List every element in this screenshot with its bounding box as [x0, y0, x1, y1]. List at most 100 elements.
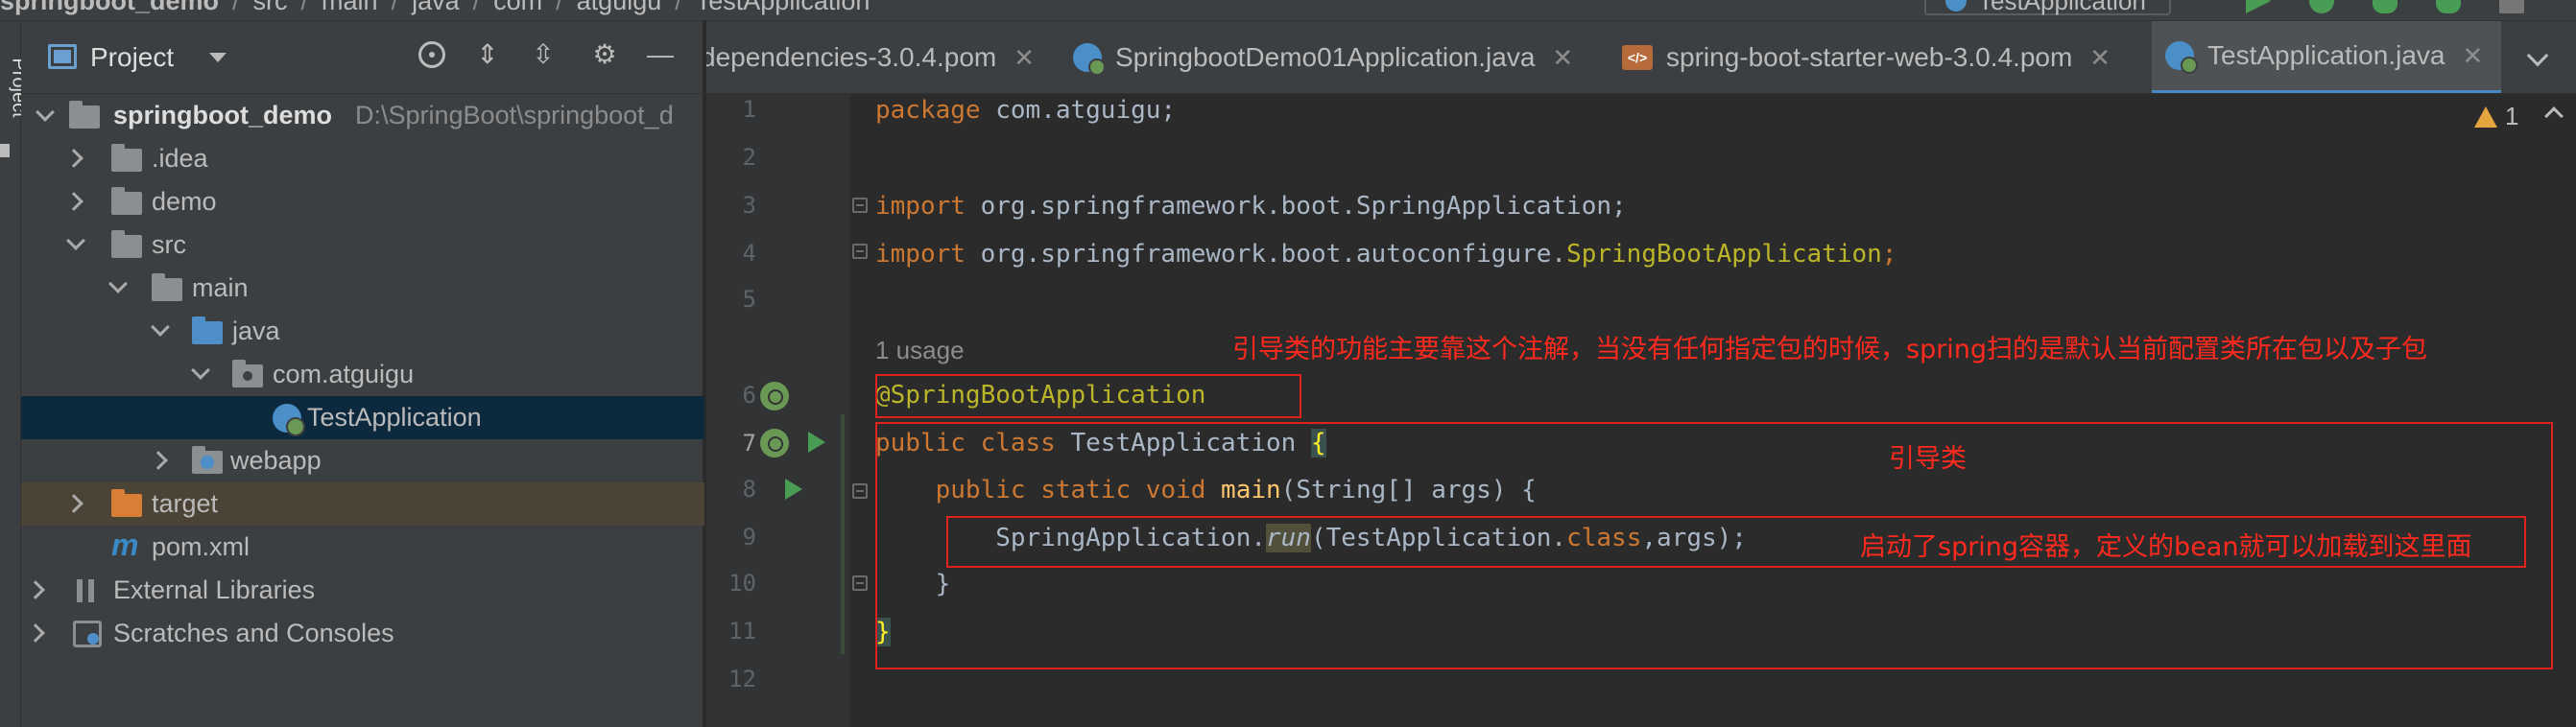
tree-item-label: java	[232, 317, 280, 345]
breadcrumb-item[interactable]: TestApplication	[696, 0, 871, 16]
fold-marker-icon[interactable]	[852, 575, 868, 591]
line-number: 12	[728, 666, 756, 692]
tree-item-scratches[interactable]: Scratches and Consoles	[21, 612, 704, 655]
run-gutter-icon[interactable]	[785, 479, 802, 500]
coverage-icon[interactable]	[2373, 0, 2397, 13]
expand-arrow-icon[interactable]	[108, 274, 128, 293]
line-number: 7	[742, 430, 756, 457]
tab-spring-boot-starter-web-pom[interactable]: </> spring-boot-starter-web-3.0.4.pom ✕	[1622, 21, 2181, 93]
usages-hint[interactable]: 1 usage	[875, 336, 965, 365]
tree-item-target[interactable]: target	[21, 482, 704, 526]
chevron-down-icon[interactable]	[2526, 44, 2549, 67]
spring-bean-icon[interactable]	[760, 382, 789, 410]
tree-item-label: com.atguigu	[273, 360, 415, 388]
tab-label: TestApplication.java	[2207, 40, 2445, 70]
chevron-up-icon[interactable]	[2544, 106, 2564, 126]
fold-marker-icon[interactable]	[852, 198, 868, 213]
tree-item-com-atguigu[interactable]: com.atguigu	[21, 353, 704, 396]
fold-marker-icon[interactable]	[852, 244, 868, 259]
tree-item-testapplication[interactable]: TestApplication	[21, 396, 704, 439]
inspection-widget[interactable]: 1	[2474, 102, 2518, 131]
annotation-note: 引导类的功能主要靠这个注解，当没有任何指定包的时候，spring扫的是默认当前配…	[1232, 335, 2428, 364]
project-panel-header: Project ⇕ ⇳ ⚙ —	[21, 21, 704, 94]
tab-springbootdemo01application[interactable]: SpringbootDemo01Application.java ✕	[1073, 21, 1601, 93]
excluded-folder-icon	[111, 489, 142, 517]
fold-marker-icon[interactable]	[852, 483, 868, 499]
line-number: 2	[742, 144, 756, 171]
close-icon[interactable]: ✕	[2462, 41, 2483, 71]
breadcrumb-item[interactable]: java	[412, 0, 460, 16]
tree-item-label: Scratches and Consoles	[113, 619, 394, 647]
profile-icon[interactable]	[2436, 0, 2461, 13]
scratches-icon	[73, 621, 102, 647]
tree-item-demo[interactable]: demo	[21, 180, 704, 223]
line-number: 3	[742, 192, 756, 219]
tree-item-label: webapp	[230, 446, 322, 475]
expand-arrow-icon[interactable]	[149, 451, 168, 470]
libraries-icon	[73, 579, 102, 602]
chevron-down-icon[interactable]	[209, 53, 227, 62]
bootstrap-class-note: 引导类	[1889, 444, 1967, 474]
folder-icon	[111, 144, 142, 172]
expand-arrow-icon[interactable]	[26, 580, 45, 599]
tree-item-label: target	[152, 489, 219, 518]
code-line-1[interactable]: package com.atguigu;	[875, 96, 1176, 125]
tab-label: SpringbootDemo01Application.java	[1115, 42, 1536, 72]
breadcrumb-item[interactable]: atguigu	[577, 0, 662, 16]
code-line-4[interactable]: import org.springframework.boot.autoconf…	[875, 240, 1896, 269]
breadcrumb-item[interactable]: src	[253, 0, 288, 16]
code-line-3[interactable]: import org.springframework.boot.SpringAp…	[875, 192, 1627, 221]
expand-arrow-icon[interactable]	[64, 192, 83, 211]
close-icon[interactable]: ✕	[1014, 43, 1035, 73]
tree-item-webapp[interactable]: webapp	[21, 439, 704, 482]
run-icon[interactable]	[2246, 0, 2271, 13]
expand-arrow-icon[interactable]	[26, 623, 45, 643]
expand-arrow-icon[interactable]	[64, 149, 83, 168]
breadcrumb: springboot_demo / src / main / java / com / a…	[0, 0, 870, 15]
breadcrumb-item[interactable]: com	[493, 0, 542, 16]
spring-boot-class-icon	[1073, 43, 1106, 76]
gear-icon[interactable]: ⚙	[591, 39, 618, 70]
tree-item-idea[interactable]: .idea	[21, 137, 704, 180]
tree-item-src[interactable]: src	[21, 223, 704, 267]
maven-icon: m	[111, 528, 139, 562]
expand-arrow-icon[interactable]	[151, 317, 170, 337]
expand-all-icon[interactable]: ⇕	[474, 39, 501, 70]
tree-item-pom-xml[interactable]: m pom.xml	[21, 526, 704, 569]
code-token: SpringBootApplication	[1566, 240, 1882, 269]
collapse-all-icon[interactable]: ⇳	[530, 39, 557, 70]
tab-testapplication[interactable]: TestApplication.java ✕	[2152, 21, 2501, 93]
project-view-selector[interactable]: Project	[90, 42, 174, 73]
close-icon[interactable]: ✕	[2089, 43, 2111, 73]
run-gutter-icon[interactable]	[808, 432, 825, 453]
tree-item-java[interactable]: java	[21, 310, 704, 353]
expand-arrow-icon[interactable]	[66, 231, 85, 250]
spring-boot-icon	[1945, 0, 1967, 12]
expand-arrow-icon[interactable]	[36, 103, 55, 122]
expand-arrow-icon[interactable]	[191, 361, 210, 380]
project-panel: Project ⇕ ⇳ ⚙ — springboot_demo D:\Sprin…	[21, 21, 704, 727]
tree-item-springboot-demo[interactable]: springboot_demo D:\SpringBoot\springboot…	[21, 94, 704, 137]
stop-icon[interactable]	[2499, 0, 2524, 13]
debug-icon[interactable]	[2309, 0, 2334, 13]
spring-container-note: 启动了spring容器，定义的bean就可以加载到这里面	[1860, 532, 2472, 562]
run-configuration-dropdown[interactable]: TestApplication	[1924, 0, 2171, 15]
breadcrumb-item[interactable]: main	[322, 0, 378, 16]
line-number: 4	[742, 240, 756, 267]
project-view-icon	[48, 44, 77, 69]
tab-dependencies-pom[interactable]: dependencies-3.0.4.pom ✕	[706, 21, 1063, 93]
spring-boot-class-icon	[2165, 41, 2198, 74]
line-number: 5	[742, 286, 756, 313]
expand-arrow-icon[interactable]	[64, 494, 83, 513]
vcs-change-marker[interactable]	[841, 414, 845, 654]
line-number: 10	[728, 570, 756, 597]
spring-boot-class-icon	[273, 404, 305, 436]
code-token: org.springframework.boot.SpringApplicati…	[965, 192, 1627, 221]
breadcrumb-item[interactable]: springboot_demo	[0, 0, 219, 16]
close-icon[interactable]: ✕	[1552, 43, 1573, 73]
spring-bean-icon[interactable]	[760, 429, 789, 457]
tree-item-external-libraries[interactable]: External Libraries	[21, 569, 704, 612]
select-opened-file-icon[interactable]	[418, 41, 445, 68]
minimize-icon[interactable]: —	[647, 39, 674, 70]
tree-item-main[interactable]: main	[21, 267, 704, 310]
